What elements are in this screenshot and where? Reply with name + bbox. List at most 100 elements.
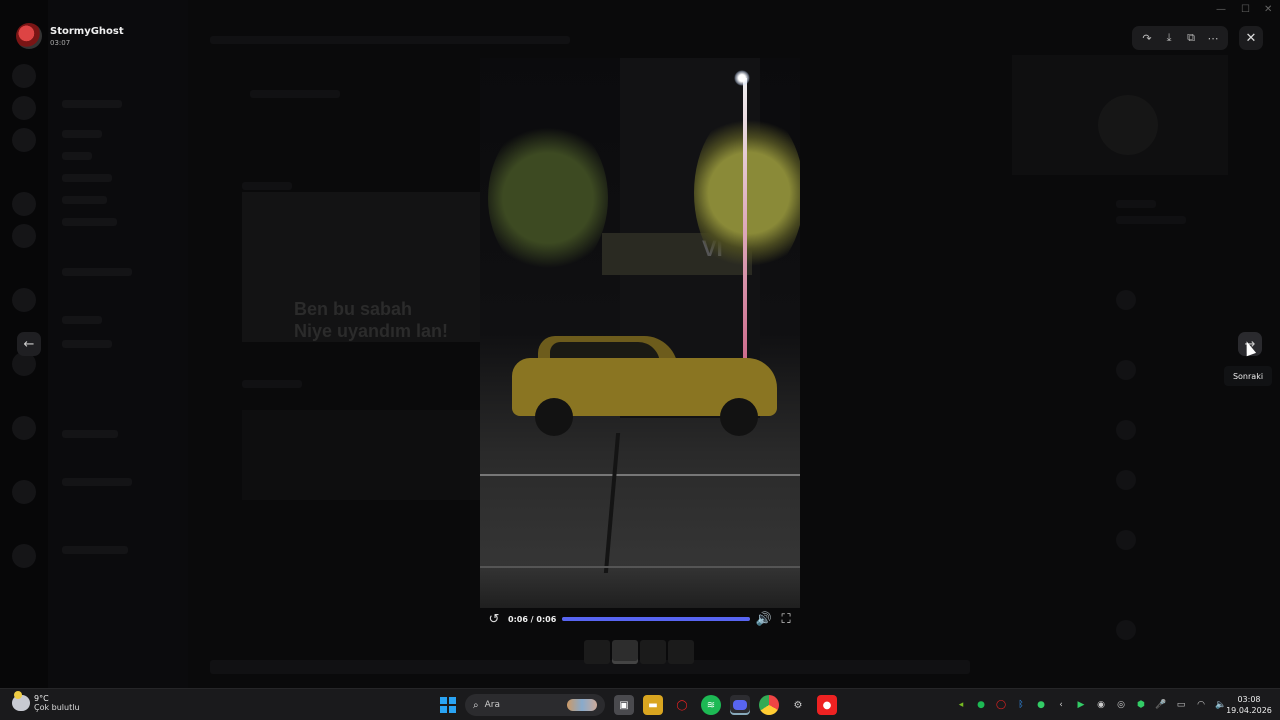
server-icon	[12, 96, 36, 120]
channel-item	[62, 430, 118, 438]
wifi-icon[interactable]: ◠	[1194, 698, 1208, 712]
thumbnail-strip	[584, 640, 694, 664]
weather-desc: Çok bulutlu	[34, 703, 80, 712]
thumbnail[interactable]	[640, 640, 666, 664]
spotify-tray-icon[interactable]: ●	[974, 698, 988, 712]
server-icon	[12, 224, 36, 248]
chat-line	[242, 380, 302, 388]
channel-item	[62, 218, 117, 226]
channel-item	[62, 340, 112, 348]
arrow-left-icon: ←	[23, 336, 35, 352]
time-label: 0:06 / 0:06	[508, 614, 557, 624]
channel-item	[62, 152, 92, 160]
member-avatar	[1116, 360, 1136, 380]
thumbnail-active[interactable]	[612, 640, 638, 664]
spotify-icon[interactable]: ≋	[701, 695, 721, 715]
video-player[interactable]: VI	[480, 58, 800, 608]
bluetooth-icon[interactable]: ᛒ	[1014, 698, 1028, 712]
play-icon[interactable]: ▶	[1074, 698, 1088, 712]
channel-item	[62, 546, 128, 554]
chat-header	[210, 36, 570, 44]
clock-time: 03:08	[1237, 695, 1261, 704]
task-view-icon[interactable]: ▣	[614, 695, 634, 715]
previous-button[interactable]: ←	[17, 332, 41, 356]
progress-bar[interactable]	[562, 617, 750, 621]
uploader-info[interactable]: StormyGhost 03:07	[16, 23, 124, 49]
fullscreen-icon[interactable]: ⛶	[778, 611, 794, 627]
minimize-icon[interactable]: —	[1216, 4, 1226, 15]
member-avatar	[1116, 620, 1136, 640]
server-icon	[12, 480, 36, 504]
cloud-icon	[12, 691, 30, 711]
search-highlight-icon	[567, 699, 597, 711]
thumbnail[interactable]	[584, 640, 610, 664]
channel-item	[62, 268, 132, 276]
file-explorer-icon[interactable]: ▬	[643, 695, 663, 715]
window-close-icon[interactable]: ✕	[1264, 4, 1272, 15]
progress-fill	[562, 617, 750, 621]
close-icon[interactable]: ✕	[1239, 26, 1263, 50]
steam-overlay-icon[interactable]: ⚙	[788, 695, 808, 715]
chat-image-caption: Ben bu sabah Niye uyandım lan!	[294, 299, 449, 341]
screen: Ben bu sabah Niye uyandım lan! — ☐ ✕ Sto…	[0, 0, 1280, 720]
download-icon[interactable]: ⤓	[1161, 30, 1177, 46]
upload-time: 03:07	[50, 38, 71, 47]
next-tooltip: Sonraki	[1224, 366, 1272, 386]
weather-temp: 9°C	[34, 694, 49, 703]
more-icon[interactable]: ⋯	[1205, 30, 1221, 46]
channel-list	[48, 0, 188, 688]
discord-icon[interactable]	[730, 695, 750, 715]
taskbar-apps: ⌕ Ara ▣ ▬ ◯ ≋ ⚙ ●	[440, 694, 837, 716]
clock-date: 19.04.2026	[1226, 706, 1272, 715]
channel-item	[62, 130, 102, 138]
replay-icon[interactable]: ↺	[486, 611, 502, 627]
member-item	[1116, 200, 1156, 208]
member-avatar	[1116, 470, 1136, 490]
thumbnail[interactable]	[668, 640, 694, 664]
member-avatar	[1116, 420, 1136, 440]
channel-item	[62, 174, 112, 182]
search-placeholder: Ara	[484, 700, 500, 710]
uploader-name: StormyGhost	[50, 25, 124, 37]
avatar[interactable]	[16, 23, 42, 49]
chat-video	[242, 410, 480, 500]
opera-tray-icon[interactable]: ◯	[994, 698, 1008, 712]
chrome-icon[interactable]	[759, 695, 779, 715]
server-icon	[12, 64, 36, 88]
record-icon[interactable]: ●	[817, 695, 837, 715]
channel-item	[62, 316, 102, 324]
app-tray-icon[interactable]: ‹	[1054, 698, 1068, 712]
member-avatar	[1116, 530, 1136, 550]
channel-item	[62, 196, 107, 204]
forward-icon[interactable]: ↷	[1139, 30, 1155, 46]
start-icon[interactable]	[440, 697, 456, 713]
weather-widget[interactable]: 9°C Çok bulutlu	[12, 691, 80, 712]
channel-item	[62, 478, 132, 486]
display-icon[interactable]: ▭	[1174, 698, 1188, 712]
media-toolbar: ↷ ⤓ ⧉ ⋯	[1132, 26, 1228, 50]
steam-icon[interactable]: ◉	[1094, 698, 1108, 712]
server-icon	[12, 416, 36, 440]
member-item	[1116, 216, 1186, 224]
chat-line	[250, 90, 340, 98]
server-icon	[12, 288, 36, 312]
member-list	[1100, 50, 1240, 680]
volume-icon[interactable]: 🔊	[756, 611, 772, 627]
app-tray-icon[interactable]: ●	[1034, 698, 1048, 712]
video-controls: ↺ 0:06 / 0:06 🔊 ⛶	[480, 608, 800, 630]
microphone-icon[interactable]: 🎤	[1154, 698, 1168, 712]
system-tray: ◂ ● ◯ ᛒ ● ‹ ▶ ◉ ◎ ⬢ 🎤 ▭ ◠ 🔈	[954, 698, 1228, 712]
nvidia-icon[interactable]: ◂	[954, 698, 968, 712]
chat-line	[242, 182, 292, 190]
taskbar-search[interactable]: ⌕ Ara	[465, 694, 605, 716]
server-icon	[12, 128, 36, 152]
open-external-icon[interactable]: ⧉	[1183, 30, 1199, 46]
clock[interactable]: 03:08 19.04.2026	[1226, 694, 1272, 716]
github-icon[interactable]: ◎	[1114, 698, 1128, 712]
security-icon[interactable]: ⬢	[1134, 698, 1148, 712]
server-icon	[12, 192, 36, 216]
opera-gx-icon[interactable]: ◯	[672, 695, 692, 715]
channel-item	[62, 100, 122, 108]
maximize-icon[interactable]: ☐	[1241, 4, 1250, 15]
search-icon: ⌕	[473, 699, 479, 711]
